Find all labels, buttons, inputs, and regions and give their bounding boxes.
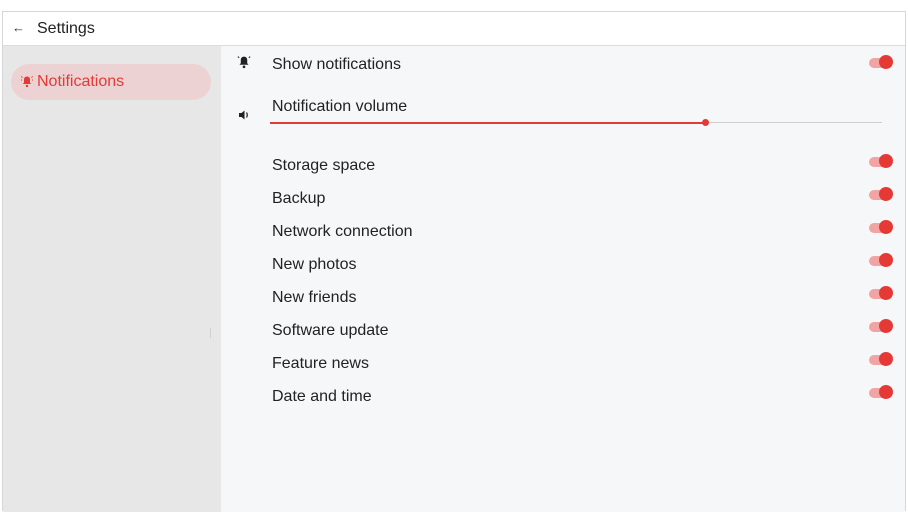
show-notifications-toggle[interactable] — [869, 55, 893, 71]
app-window: ← Settings Notifications Show notificati… — [2, 11, 906, 512]
feature-news-label: Feature news — [272, 355, 369, 372]
toggle-thumb — [879, 319, 893, 333]
toggle-thumb — [879, 154, 893, 168]
back-arrow-icon[interactable]: ← — [12, 18, 36, 38]
software-update-label: Software update — [272, 322, 389, 339]
slider-fill — [270, 122, 705, 124]
resize-handle[interactable] — [210, 328, 211, 338]
sidebar-item-label: Notifications — [37, 73, 125, 90]
date-and-time-label: Date and time — [272, 388, 372, 405]
toggle-thumb — [879, 286, 893, 300]
toggle-thumb — [879, 352, 893, 366]
new-friends-toggle[interactable] — [869, 286, 893, 302]
toggle-thumb — [879, 253, 893, 267]
storage-space-toggle[interactable] — [869, 154, 893, 170]
new-friends-label: New friends — [272, 289, 357, 306]
toggle-thumb — [879, 220, 893, 234]
date-and-time-toggle[interactable] — [869, 385, 893, 401]
title-bar: ← Settings — [3, 12, 905, 46]
toggle-thumb — [879, 187, 893, 201]
show-notifications-label: Show notifications — [272, 56, 401, 73]
slider-thumb[interactable] — [701, 119, 709, 126]
network-connection-toggle[interactable] — [869, 220, 893, 236]
page-title: Settings — [37, 20, 95, 37]
bell-alert-icon — [21, 76, 33, 88]
software-update-toggle[interactable] — [869, 319, 893, 335]
bell-alert-icon — [237, 56, 251, 69]
settings-panel: Show notifications Notification volume S… — [221, 46, 905, 512]
backup-label: Backup — [272, 190, 326, 207]
toggle-thumb — [879, 385, 893, 399]
new-photos-label: New photos — [272, 256, 357, 273]
new-photos-toggle[interactable] — [869, 253, 893, 269]
backup-toggle[interactable] — [869, 187, 893, 203]
notification-volume-slider[interactable] — [270, 118, 882, 128]
sidebar-item-notifications[interactable]: Notifications — [11, 64, 211, 100]
toggle-thumb — [879, 55, 893, 69]
speaker-icon — [239, 110, 248, 120]
feature-news-toggle[interactable] — [869, 352, 893, 368]
storage-space-label: Storage space — [272, 157, 376, 174]
network-connection-label: Network connection — [272, 223, 413, 240]
notification-volume-label: Notification volume — [272, 98, 408, 115]
sidebar: Notifications — [3, 46, 221, 512]
